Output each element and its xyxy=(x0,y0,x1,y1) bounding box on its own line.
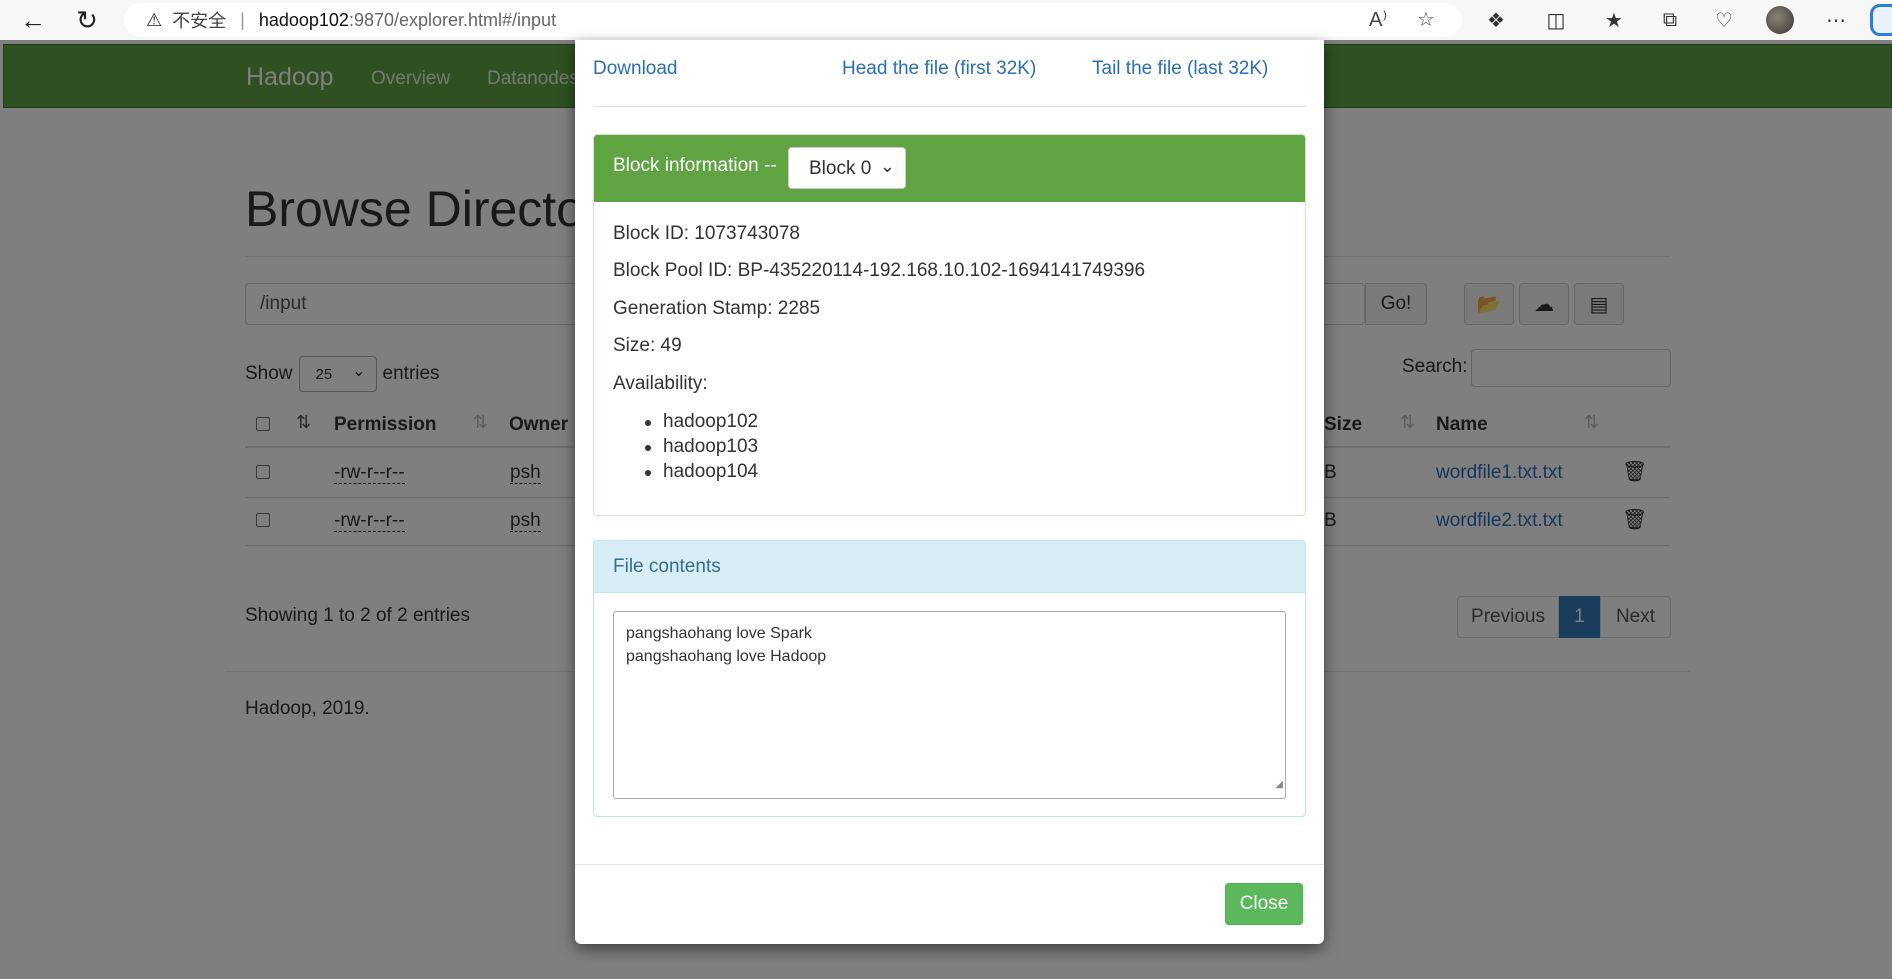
availability-label: Availability: xyxy=(613,373,708,394)
favorites-icon[interactable]: ★ xyxy=(1600,6,1628,34)
block-size: Size: 49 xyxy=(613,335,682,356)
url-host: hadoop102 xyxy=(258,9,349,30)
block-select-value: Block 0 xyxy=(809,158,872,179)
read-aloud-icon[interactable]: A⁾ xyxy=(1369,7,1387,32)
block-information-label: Block information -- xyxy=(613,155,777,176)
close-button[interactable]: Close xyxy=(1225,883,1303,925)
extensions-icon[interactable]: ❖ xyxy=(1482,6,1510,34)
availability-item: hadoop102 xyxy=(644,411,759,432)
generation-stamp: Generation Stamp: 2285 xyxy=(613,298,821,319)
block-information-panel: Block information -- Block 0 ⌄ Block ID:… xyxy=(593,134,1306,516)
address-separator: | xyxy=(240,9,245,30)
file-contents-label: File contents xyxy=(613,556,721,577)
modal-divider xyxy=(593,106,1306,107)
warning-icon: ⚠ xyxy=(146,9,163,30)
head-file-link[interactable]: Head the file (first 32K) xyxy=(842,58,1036,80)
modal-footer-divider xyxy=(575,864,1324,865)
tail-file-link[interactable]: Tail the file (last 32K) xyxy=(1092,58,1268,80)
address-bar[interactable]: ⚠ 不安全 | hadoop102:9870/explorer.html#/in… xyxy=(124,3,1462,37)
block-select[interactable]: Block 0 ⌄ xyxy=(788,147,906,189)
file-contents-textarea[interactable]: pangshaohang love Spark pangshaohang lov… xyxy=(613,611,1286,799)
more-icon[interactable]: ⋯ xyxy=(1822,6,1850,34)
copilot-icon[interactable] xyxy=(1870,4,1892,36)
file-contents-text: pangshaohang love Spark pangshaohang lov… xyxy=(626,625,827,665)
file-contents-header: File contents xyxy=(594,541,1305,593)
resize-grip-icon[interactable]: ◢ xyxy=(1275,773,1283,796)
split-screen-icon[interactable]: ◫ xyxy=(1542,6,1570,34)
download-link[interactable]: Download xyxy=(593,58,678,80)
file-info-modal: Download Head the file (first 32K) Tail … xyxy=(575,40,1324,944)
block-pool-id: Block Pool ID: BP-435220114-192.168.10.1… xyxy=(613,260,1146,281)
availability-item: hadoop103 xyxy=(644,436,759,457)
block-information-header: Block information -- Block 0 ⌄ xyxy=(594,135,1305,202)
url-path: :9870/explorer.html#/input xyxy=(348,9,557,30)
browser-toolbar: ← ↻ ⚠ 不安全 | hadoop102:9870/explorer.html… xyxy=(0,0,1892,40)
file-contents-panel: File contents pangshaohang love Spark pa… xyxy=(593,540,1306,817)
collections-icon[interactable]: ⧉ xyxy=(1656,6,1684,34)
hdfs-explorer-page: Hadoop Overview Datanodes Browse Directo… xyxy=(0,40,1892,979)
browser-essentials-icon[interactable]: ♡ xyxy=(1710,6,1738,34)
block-id: Block ID: 1073743078 xyxy=(613,223,800,244)
insecure-label: 不安全 xyxy=(172,11,227,31)
back-icon[interactable]: ← xyxy=(16,5,50,35)
availability-item: hadoop104 xyxy=(644,461,759,482)
chevron-down-icon: ⌄ xyxy=(879,156,895,176)
profile-avatar-icon[interactable] xyxy=(1766,6,1794,34)
favorite-star-icon[interactable]: ☆ xyxy=(1417,7,1435,32)
refresh-icon[interactable]: ↻ xyxy=(70,5,104,35)
